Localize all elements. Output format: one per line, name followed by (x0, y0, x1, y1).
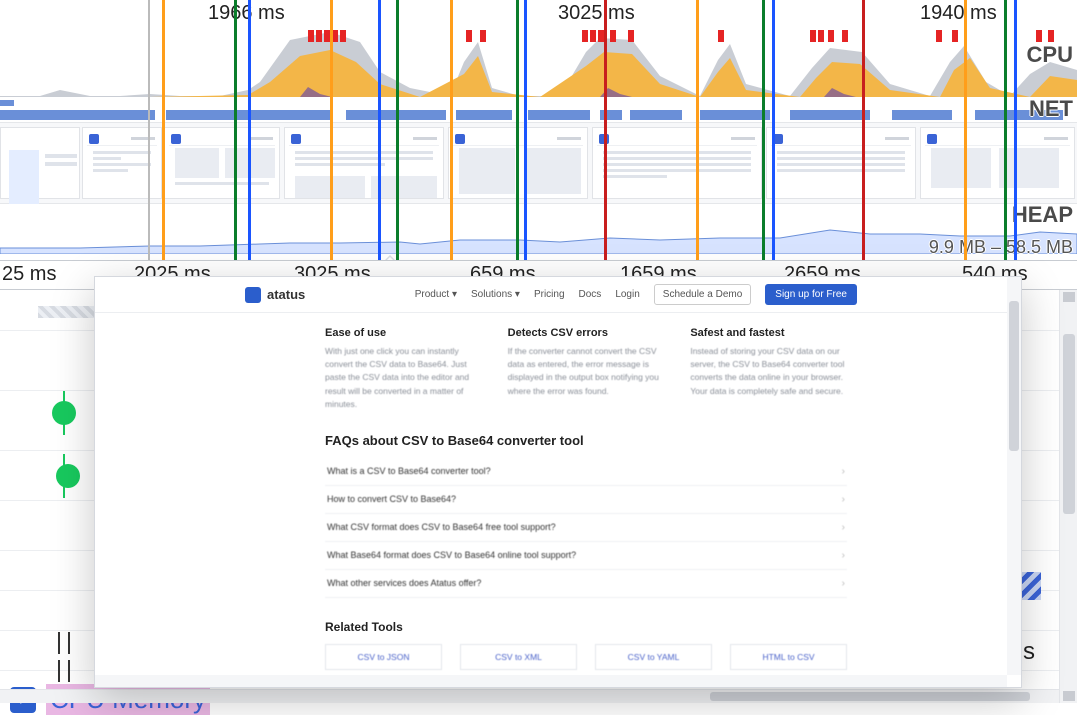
brand-name: atatus (267, 287, 305, 302)
nav-pricing[interactable]: Pricing (534, 289, 565, 300)
related-tool-link[interactable]: CSV to YAML (595, 644, 712, 670)
screenshot-preview-popup: atatus Product ▾ Solutions ▾ Pricing Doc… (94, 276, 1022, 688)
related-tool-link[interactable]: CSV to XML (460, 644, 577, 670)
marker-dot-icon[interactable] (56, 464, 80, 488)
scrollbar-thumb[interactable] (1063, 334, 1075, 514)
chevron-right-icon: › (842, 550, 845, 561)
net-lane-label: NET (1029, 96, 1073, 122)
site-logo[interactable]: atatus (245, 287, 305, 303)
scroll-up-icon[interactable] (1063, 292, 1075, 302)
screenshot-thumb[interactable] (0, 127, 80, 199)
preview-site-header: atatus Product ▾ Solutions ▾ Pricing Doc… (95, 277, 1007, 313)
nav-login[interactable]: Login (615, 289, 639, 300)
faq-q: What CSV format does CSV to Base64 free … (327, 522, 556, 532)
feature-body: Instead of storing your CSV data on our … (690, 345, 847, 398)
feature-col: Detects CSV errors If the converter cann… (508, 327, 665, 411)
related-tool-link[interactable]: HTML to CSV (730, 644, 847, 670)
scroll-down-icon[interactable] (1063, 691, 1075, 701)
chevron-right-icon: › (842, 522, 845, 533)
related-tool-link[interactable]: CSV to JSON (325, 644, 442, 670)
nav-product[interactable]: Product ▾ (415, 289, 457, 300)
cpu-lane-label: CPU (1027, 42, 1073, 68)
detail-vertical-scrollbar[interactable] (1059, 290, 1077, 703)
site-primary-nav: Product ▾ Solutions ▾ Pricing Docs Login… (415, 284, 857, 305)
feature-col: Ease of use With just one click you can … (325, 327, 482, 411)
faq-q: What is a CSV to Base64 converter tool? (327, 466, 491, 476)
heap-range-text: 9.9 MB – 58.5 MB (929, 237, 1073, 258)
faq-item[interactable]: How to convert CSV to Base64? › (325, 486, 847, 514)
marker-dot-icon[interactable] (52, 401, 76, 425)
feature-body: If the converter cannot convert the CSV … (508, 345, 665, 398)
faq-q: What other services does Atatus offer? (327, 578, 481, 588)
logo-icon (245, 287, 261, 303)
preview-site-body: Ease of use With just one click you can … (95, 313, 1007, 675)
preview-vertical-scrollbar[interactable] (1007, 277, 1021, 675)
chevron-right-icon: › (842, 494, 845, 505)
sign-up-button[interactable]: Sign up for Free (765, 284, 857, 305)
preview-horizontal-scrollbar[interactable] (95, 675, 1007, 687)
faq-item[interactable]: What Base64 format does CSV to Base64 on… (325, 542, 847, 570)
scrollbar-thumb[interactable] (1009, 301, 1019, 451)
feature-title: Detects CSV errors (508, 327, 665, 339)
screenshot-thumb[interactable] (920, 127, 1075, 199)
faq-item[interactable]: What CSV format does CSV to Base64 free … (325, 514, 847, 542)
related-tools-section: Related Tools CSV to JSON CSV to XML CSV… (325, 620, 847, 670)
feature-title: Safest and fastest (690, 327, 847, 339)
scrollbar-thumb[interactable] (710, 692, 1030, 701)
ruler-label: 25 ms (2, 263, 56, 286)
timeline-overview[interactable]: 1966 ms 3025 ms 1940 ms CPU (0, 0, 1077, 260)
screenshot-thumb[interactable] (592, 127, 762, 199)
feature-columns: Ease of use With just one click you can … (325, 327, 847, 411)
faq-q: How to convert CSV to Base64? (327, 494, 456, 504)
faq-heading: FAQs about CSV to Base64 converter tool (325, 433, 847, 448)
screenshot-thumb[interactable] (766, 127, 916, 199)
screenshot-thumb[interactable] (82, 127, 162, 199)
screenshot-thumb[interactable] (284, 127, 444, 199)
feature-title: Ease of use (325, 327, 482, 339)
nav-solutions[interactable]: Solutions ▾ (471, 289, 520, 300)
heap-lane-label: HEAP (1012, 202, 1073, 228)
chevron-right-icon: › (842, 578, 845, 589)
feature-col: Safest and fastest Instead of storing yo… (690, 327, 847, 411)
detail-horizontal-scrollbar[interactable] (0, 689, 1059, 703)
nav-docs[interactable]: Docs (579, 289, 602, 300)
schedule-demo-button[interactable]: Schedule a Demo (654, 284, 752, 305)
faq-section: FAQs about CSV to Base64 converter tool … (325, 433, 847, 598)
chevron-right-icon: › (842, 466, 845, 477)
faq-item[interactable]: What other services does Atatus offer? › (325, 570, 847, 598)
faq-q: What Base64 format does CSV to Base64 on… (327, 550, 576, 560)
feature-body: With just one click you can instantly co… (325, 345, 482, 411)
faq-item[interactable]: What is a CSV to Base64 converter tool? › (325, 458, 847, 486)
related-heading: Related Tools (325, 620, 847, 634)
screenshot-thumb[interactable] (164, 127, 280, 199)
